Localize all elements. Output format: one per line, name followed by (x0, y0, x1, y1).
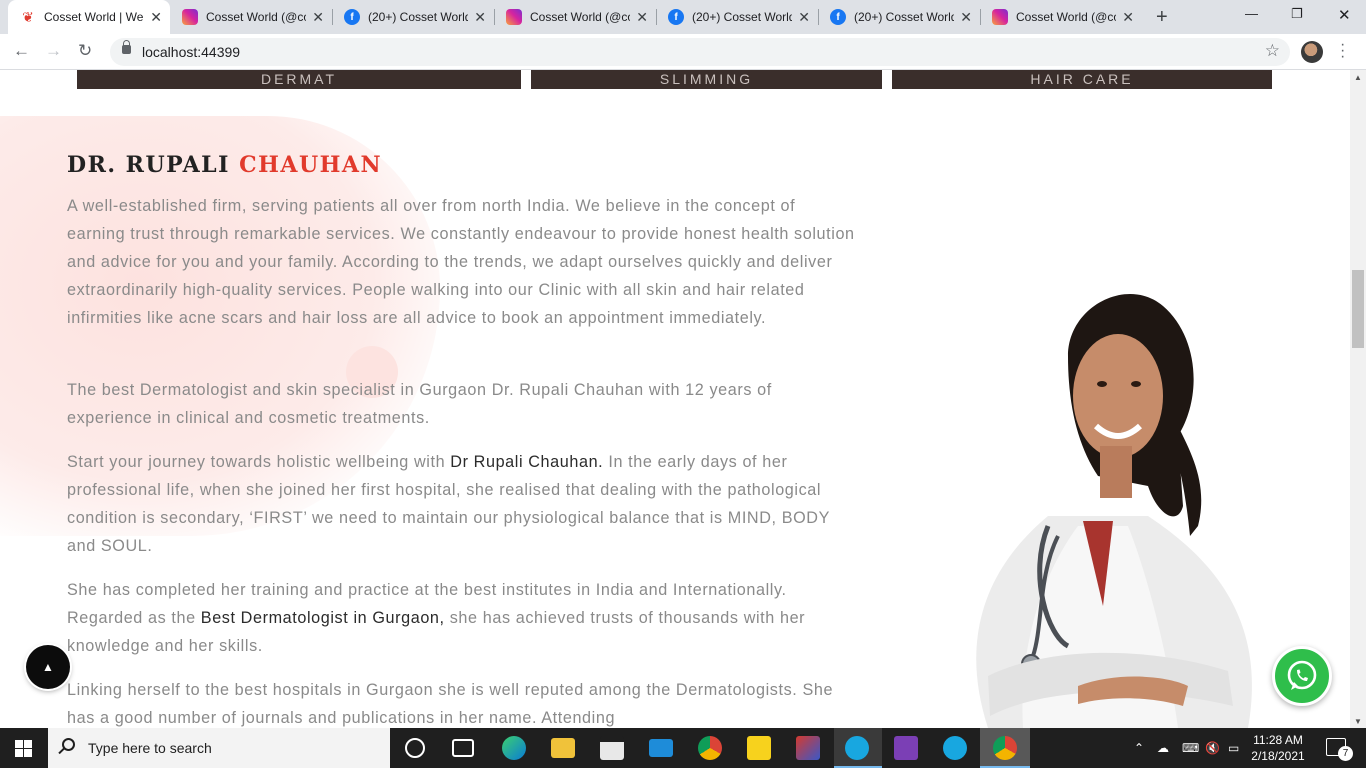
clock-time: 11:28 AM (1253, 733, 1303, 747)
microsoft-store-icon[interactable] (600, 736, 624, 760)
browser-menu-icon[interactable]: · · · (1340, 37, 1345, 65)
instagram-icon (506, 9, 522, 25)
scroll-down-arrow-icon[interactable]: ▼ (1354, 717, 1362, 726)
scrollbar-thumb[interactable] (1352, 270, 1364, 348)
mail-icon[interactable] (649, 739, 673, 757)
sticky-notes-icon[interactable] (747, 736, 771, 760)
browser-tab-strip: ❦ Cosset World | We ✕ Cosset World (@co … (0, 0, 1366, 34)
action-center-icon[interactable]: 7 (1326, 738, 1353, 761)
about-paragraph-1: A well-established firm, serving patient… (67, 197, 855, 327)
back-icon[interactable]: ← (13, 41, 30, 61)
highlight-best-dermatologist: Best Dermatologist in Gurgaon, (200, 609, 445, 627)
edge-browser-icon[interactable] (502, 736, 526, 760)
page-viewport: DERMAT SLIMMING HAIR CARE DR. RUPALI CHA… (0, 70, 1350, 728)
forward-icon[interactable]: → (45, 41, 62, 61)
close-tab-icon[interactable]: ✕ (798, 9, 810, 26)
profile-avatar[interactable] (1301, 41, 1323, 63)
tab-instagram[interactable]: Cosset World (@co ✕ (980, 0, 1142, 34)
chrome-active-icon[interactable] (993, 736, 1017, 760)
lock-icon (122, 40, 131, 54)
about-paragraph-2: The best Dermatologist and skin speciali… (67, 381, 772, 427)
network-icon[interactable]: ▭ (1228, 741, 1239, 755)
tab-facebook[interactable]: f (20+) Cosset World ✕ (332, 0, 495, 34)
service-card-hair-care[interactable]: HAIR CARE (892, 70, 1272, 89)
about-paragraph-4: She has completed her training and pract… (67, 581, 806, 655)
instagram-icon (992, 9, 1008, 25)
task-view-icon[interactable] (452, 739, 474, 757)
cortana-icon[interactable] (405, 738, 425, 758)
facebook-icon: f (344, 9, 360, 25)
browser-toolbar: ← → ↻ localhost:44399 ☆ (0, 34, 1366, 70)
visual-studio-icon[interactable] (894, 736, 918, 760)
bookmark-star-icon[interactable]: ☆ (1265, 41, 1280, 61)
tab-facebook[interactable]: f (20+) Cosset World ✕ (656, 0, 819, 34)
reload-icon[interactable]: ↻ (78, 41, 92, 61)
close-tab-icon[interactable]: ✕ (1122, 9, 1134, 26)
whatsapp-chat-button[interactable] (1272, 646, 1332, 706)
tab-cosset-world-home[interactable]: ❦ Cosset World | We ✕ (8, 0, 170, 34)
tab-instagram[interactable]: Cosset World (@co ✕ (170, 0, 333, 34)
file-explorer-icon[interactable] (551, 738, 575, 758)
instagram-icon (182, 9, 198, 25)
input-method-icon[interactable]: ⌨ (1182, 741, 1199, 755)
taskbar-search-placeholder: Type here to search (88, 740, 212, 756)
close-tab-icon[interactable]: ✕ (150, 9, 162, 26)
system-clock[interactable]: 11:28 AM 2/18/2021 (1248, 732, 1308, 764)
doctor-name-heading: DR. RUPALI CHAUHAN (67, 152, 383, 178)
tab-instagram[interactable]: Cosset World (@co ✕ (494, 0, 657, 34)
skype-icon[interactable] (943, 736, 967, 760)
notification-count-badge: 7 (1338, 746, 1353, 761)
cosset-logo-icon: ❦ (22, 8, 34, 25)
minimize-icon[interactable]: — (1245, 6, 1258, 21)
close-tab-icon[interactable]: ✕ (474, 9, 486, 26)
search-icon (62, 738, 75, 751)
tab-facebook[interactable]: f (20+) Cosset World ✕ (818, 0, 981, 34)
service-card-label: HAIR CARE (1030, 71, 1134, 87)
new-tab-icon[interactable]: + (1156, 6, 1168, 29)
about-paragraph-5: Linking herself to the best hospitals in… (67, 681, 834, 727)
doctor-portrait-image (976, 294, 1252, 728)
caret-up-icon: ▲ (42, 660, 54, 674)
paint-icon[interactable] (796, 736, 820, 760)
close-tab-icon[interactable]: ✕ (960, 9, 972, 26)
onedrive-icon[interactable]: ☁ (1157, 741, 1169, 755)
service-card-label: SLIMMING (659, 71, 754, 87)
whatsapp-icon (1287, 660, 1317, 690)
facebook-icon: f (830, 9, 846, 25)
windows-taskbar: Type here to search ⌃ ☁ ⌨ 🔇 ▭ 11:28 AM 2… (0, 728, 1366, 768)
service-card-label: DERMAT (260, 71, 338, 87)
taskbar-search-box[interactable]: Type here to search (48, 728, 390, 768)
service-card-dermat[interactable]: DERMAT (77, 70, 521, 89)
facebook-icon: f (668, 9, 684, 25)
restore-icon[interactable]: ❐ (1291, 6, 1303, 22)
skype-icon[interactable] (845, 736, 869, 760)
service-card-slimming[interactable]: SLIMMING (531, 70, 882, 89)
close-tab-icon[interactable]: ✕ (312, 9, 324, 26)
address-bar[interactable]: localhost:44399 ☆ (110, 38, 1290, 66)
url-text[interactable]: localhost:44399 (142, 44, 240, 60)
close-tab-icon[interactable]: ✕ (636, 9, 648, 26)
about-paragraph-3: Start your journey towards holistic well… (67, 453, 830, 555)
page-scrollbar[interactable]: ▲ ▼ (1350, 70, 1366, 728)
volume-muted-icon[interactable]: 🔇 (1205, 741, 1220, 755)
close-window-icon[interactable]: ✕ (1338, 6, 1351, 24)
scroll-to-top-button[interactable]: ▲ (26, 645, 70, 689)
scroll-up-arrow-icon[interactable]: ▲ (1354, 73, 1362, 82)
highlight-doctor-name: Dr Rupali Chauhan. (450, 453, 604, 471)
windows-start-icon[interactable] (15, 740, 32, 757)
tray-overflow-chevron-icon[interactable]: ⌃ (1134, 741, 1144, 755)
clock-date: 2/18/2021 (1251, 749, 1305, 763)
chrome-icon[interactable] (698, 736, 722, 760)
